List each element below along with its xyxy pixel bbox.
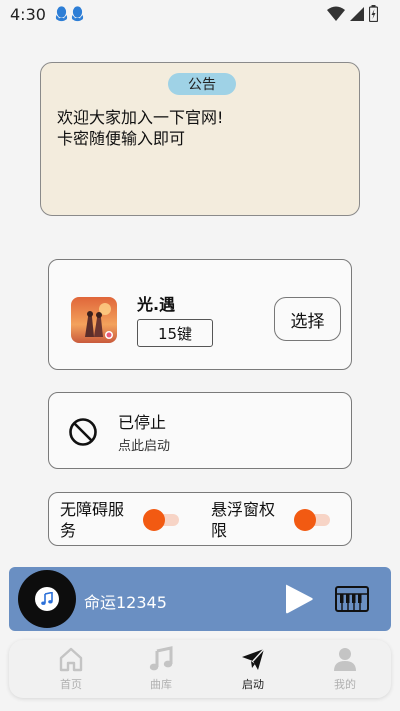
announcement-line-2: 卡密随便输入即可 bbox=[57, 129, 186, 148]
wifi-icon bbox=[327, 6, 345, 21]
toggle-knob bbox=[294, 509, 316, 531]
key-count-box[interactable]: 15键 bbox=[137, 319, 213, 347]
disc-center bbox=[35, 587, 59, 611]
home-icon bbox=[59, 647, 83, 672]
piano-icon[interactable] bbox=[335, 586, 369, 612]
toggle-knob bbox=[143, 509, 165, 531]
announcement-line-1: 欢迎大家加入一下官网! bbox=[57, 108, 224, 127]
send-icon bbox=[242, 648, 265, 670]
qq-icon bbox=[71, 6, 84, 22]
accessibility-service-label: 无障碍服务 bbox=[60, 500, 125, 540]
nav-profile-label: 我的 bbox=[334, 678, 356, 691]
status-indicators bbox=[327, 5, 378, 22]
qq-icon bbox=[55, 6, 68, 22]
nav-start-label: 启动 bbox=[242, 678, 264, 691]
game-app-icon bbox=[71, 297, 117, 343]
nav-library-label: 曲库 bbox=[150, 678, 172, 691]
status-time: 4:30 bbox=[10, 4, 46, 24]
song-title: 命运12345 bbox=[84, 593, 167, 612]
announcement-badge: 公告 bbox=[168, 73, 236, 95]
album-disc[interactable] bbox=[18, 570, 76, 628]
bottom-navigation: 首页 曲库 启动 我的 bbox=[9, 640, 391, 698]
music-note-icon bbox=[41, 592, 53, 605]
run-status-subtitle: 点此启动 bbox=[118, 439, 171, 454]
select-game-button[interactable]: 选择 bbox=[274, 297, 341, 341]
signal-icon bbox=[350, 6, 364, 21]
nav-library[interactable]: 曲库 bbox=[131, 646, 191, 694]
nav-home[interactable]: 首页 bbox=[41, 646, 101, 694]
start-status-card[interactable]: 已停止 点此启动 bbox=[48, 392, 352, 469]
overlay-permission-toggle[interactable] bbox=[294, 509, 330, 531]
stopped-icon bbox=[69, 418, 97, 446]
nav-start[interactable]: 启动 bbox=[223, 646, 283, 694]
announcement-card: 公告 欢迎大家加入一下官网! 卡密随便输入即可 bbox=[40, 62, 360, 216]
nav-profile[interactable]: 我的 bbox=[315, 646, 375, 694]
battery-icon bbox=[369, 5, 378, 22]
person-icon bbox=[334, 648, 356, 671]
run-status-title: 已停止 bbox=[118, 413, 167, 432]
status-bar: 4:30 bbox=[0, 0, 400, 28]
permissions-card: 无障碍服务 悬浮窗权限 bbox=[48, 492, 352, 546]
overlay-permission-label: 悬浮窗权限 bbox=[211, 500, 276, 540]
play-icon[interactable] bbox=[284, 583, 314, 615]
announcement-text: 欢迎大家加入一下官网! 卡密随便输入即可 bbox=[57, 107, 347, 149]
game-name: 光.遇 bbox=[137, 295, 176, 314]
music-note-icon bbox=[149, 646, 173, 671]
nav-home-label: 首页 bbox=[60, 678, 82, 691]
game-card: 光.遇 15键 选择 bbox=[48, 259, 352, 370]
accessibility-service-toggle[interactable] bbox=[143, 509, 179, 531]
